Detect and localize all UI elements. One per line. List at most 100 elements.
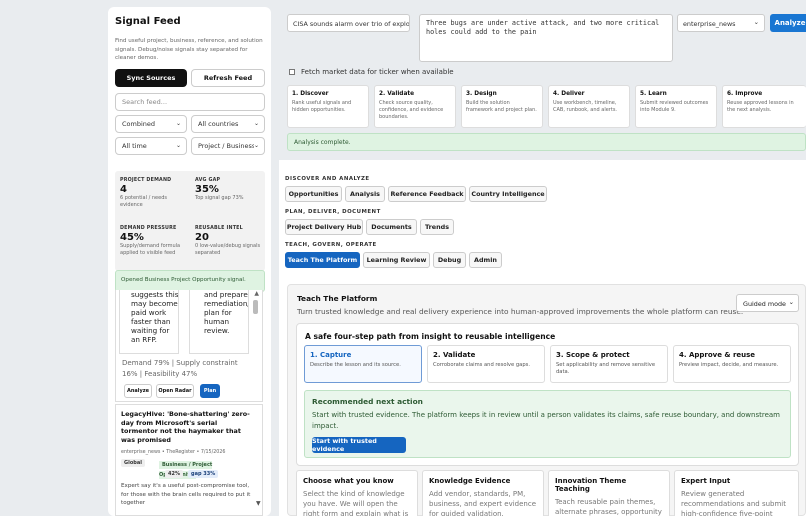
card-title: Choose what you know — [303, 477, 394, 485]
step-discover[interactable]: 1. Discover Rank useful signals and hidd… — [287, 85, 369, 128]
step-desc: Check source quality, confidence, and ev… — [379, 100, 444, 120]
scroll-down-icon[interactable]: ▼ — [256, 500, 261, 507]
step-design[interactable]: 3. Design Build the solution framework a… — [461, 85, 543, 128]
metric-value: 45% — [120, 232, 144, 243]
sync-sources-button[interactable]: Sync Sources — [115, 69, 187, 87]
scrollbar-thumb[interactable] — [253, 300, 258, 314]
recommended-description: Start with trusted evidence. The platfor… — [312, 411, 780, 430]
step-title: 6. Improve — [727, 91, 763, 97]
signal-description: Expert say it's a useful post-compromise… — [121, 483, 251, 506]
source-select[interactable]: enterprise_news ⌄ — [677, 14, 765, 32]
metric-sub: 0 low-value/debug signals separated — [195, 243, 261, 256]
signal-meta: enterprise_news • TheRegister • 7/15/202… — [121, 450, 226, 455]
teach-title: Teach The Platform — [297, 294, 378, 303]
filter-category-value: Project / Business — [198, 142, 256, 150]
path-step-desc: Preview impact, decide, and measure. — [679, 362, 779, 368]
filter-time-select[interactable]: All time ⌄ — [115, 137, 187, 155]
card-choose-what-you-know[interactable]: Choose what you know Select the kind of … — [296, 470, 418, 516]
signal-card-expanded: suggests this may become paid work faste… — [115, 290, 263, 402]
path-title: A safe four-step path from insight to re… — [305, 332, 556, 341]
scroll-up-icon[interactable]: ▲ — [254, 290, 259, 297]
card-innovation-theme[interactable]: Innovation Theme Teaching Teach reusable… — [548, 470, 670, 516]
fetch-market-checkbox[interactable] — [289, 69, 295, 75]
path-step-capture[interactable]: 1. Capture Describe the lesson and its s… — [304, 345, 422, 383]
teach-description: Turn trusted knowledge and real delivery… — [297, 307, 744, 316]
nav-learning-review[interactable]: Learning Review — [363, 252, 430, 268]
nav-teach-the-platform[interactable]: Teach The Platform — [285, 252, 360, 268]
nav-project-delivery-hub[interactable]: Project Delivery Hub — [285, 219, 363, 235]
filter-category-select[interactable]: Project / Business ⌄ — [191, 137, 265, 155]
teach-panel: Teach The Platform Turn trusted knowledg… — [287, 284, 806, 516]
metric-label: DEMAND PRESSURE — [120, 226, 177, 231]
signal-title[interactable]: LegacyHive: 'Bone-shattering' zero-day f… — [121, 410, 256, 444]
nav-opportunities[interactable]: Opportunities — [285, 186, 342, 202]
card-title: Expert Input — [681, 477, 731, 485]
mode-select[interactable]: Guided mode ⌄ — [736, 294, 799, 312]
path-step-scope-protect[interactable]: 3. Scope & protect Set applicability and… — [550, 345, 668, 383]
filter-type-select[interactable]: Combined ⌄ — [115, 115, 187, 133]
filter-type-value: Combined — [122, 120, 156, 128]
card-left-column[interactable]: suggests this may become paid work faste… — [119, 290, 179, 354]
start-trusted-evidence-button[interactable]: Start with trusted evidence — [312, 437, 406, 453]
path-step-title: 1. Capture — [310, 351, 352, 359]
step-title: 4. Deliver — [553, 91, 585, 97]
analysis-complete-banner: Analysis complete. — [287, 133, 806, 151]
step-desc: Reuse approved lessons in the next analy… — [727, 100, 794, 113]
path-step-desc: Corroborate claims and resolve gaps. — [433, 362, 530, 368]
step-deliver[interactable]: 4. Deliver Use workbench, timeline, CAB,… — [548, 85, 630, 128]
nav-trends[interactable]: Trends — [420, 219, 454, 235]
tag-category-wrap: Business / Project Opportunity — [121, 459, 251, 481]
open-radar-button[interactable]: Open Radar — [156, 384, 194, 398]
headline-input[interactable]: CISA sounds alarm over trio of exploits — [287, 14, 410, 32]
card-stats: Demand 79% | Supply constraint 16% | Fea… — [122, 359, 238, 378]
card-right-column[interactable]: and prepare remediation/CAB/runbook plan… — [189, 290, 249, 354]
metric-value: 20 — [195, 232, 209, 243]
metric-sub: Supply/demand formula applied to visible… — [120, 243, 181, 256]
nav-documents[interactable]: Documents — [366, 219, 417, 235]
summary-value: Three bugs are under active attack, and … — [426, 19, 660, 36]
nav-analysis[interactable]: Analysis — [345, 186, 385, 202]
nav-country-intelligence[interactable]: Country Intelligence — [469, 186, 547, 202]
card-desc: Teach reusable pain themes, alternate ph… — [555, 498, 662, 516]
nav-reference-feedback[interactable]: Reference Feedback — [388, 186, 466, 202]
section-label-plan: PLAN, DELIVER, DOCUMENT — [285, 209, 381, 215]
path-step-validate[interactable]: 2. Validate Corroborate claims and resol… — [427, 345, 545, 383]
metric-label: AVG GAP — [195, 178, 221, 183]
filter-country-select[interactable]: All countries ⌄ — [191, 115, 265, 133]
chevron-down-icon: ⌄ — [253, 120, 259, 128]
step-desc: Rank useful signals and hidden opportuni… — [292, 100, 352, 113]
fetch-market-checkbox-row[interactable]: Fetch market data for ticker when availa… — [289, 68, 454, 76]
path-step-approve-reuse[interactable]: 4. Approve & reuse Preview impact, decid… — [673, 345, 791, 383]
analyze-signal-button[interactable]: Analyze — [124, 384, 152, 398]
path-step-title: 2. Validate — [433, 351, 476, 359]
recommended-title: Recommended next action — [312, 397, 423, 406]
metric-label: REUSABLE INTEL — [195, 226, 243, 231]
step-learn[interactable]: 5. Learn Submit reviewed outcomes into M… — [635, 85, 717, 128]
analyze-button[interactable]: Analyze — [770, 14, 806, 32]
step-title: 1. Discover — [292, 91, 329, 97]
mode-value: Guided mode — [743, 300, 786, 308]
refresh-feed-button[interactable]: Refresh Feed — [191, 69, 265, 87]
card-right-text: and prepare remediation/CAB/runbook plan… — [204, 290, 248, 335]
path-step-title: 4. Approve & reuse — [679, 351, 756, 359]
sidebar-description: Find useful project, business, reference… — [115, 38, 263, 61]
tag-percent: 42% — [165, 470, 183, 478]
filter-country-value: All countries — [198, 120, 239, 128]
nav-debug[interactable]: Debug — [433, 252, 466, 268]
step-validate[interactable]: 2. Validate Check source quality, confid… — [374, 85, 456, 128]
chevron-down-icon: ⌄ — [253, 142, 259, 150]
summary-textarea[interactable]: Three bugs are under active attack, and … — [419, 14, 673, 62]
search-feed-input[interactable]: Search feed... — [115, 93, 265, 111]
card-desc: Review generated recommendations and sub… — [681, 490, 786, 516]
metric-label: PROJECT DEMAND — [120, 178, 172, 183]
card-knowledge-evidence[interactable]: Knowledge Evidence Add vendor, standards… — [422, 470, 544, 516]
filter-time-value: All time — [122, 142, 147, 150]
nav-admin[interactable]: Admin — [469, 252, 502, 268]
metric-demand-pressure: DEMAND PRESSURE 45% Supply/demand formul… — [120, 226, 190, 257]
chevron-down-icon: ⌄ — [788, 298, 794, 306]
signal-card[interactable]: LegacyHive: 'Bone-shattering' zero-day f… — [115, 404, 263, 516]
card-expert-input[interactable]: Expert Input Review generated recommenda… — [674, 470, 799, 516]
step-improve[interactable]: 6. Improve Reuse approved lessons in the… — [722, 85, 806, 128]
metrics-panel: PROJECT DEMAND 4 6 potential / needs evi… — [115, 171, 265, 271]
plan-button[interactable]: Plan — [200, 384, 220, 398]
